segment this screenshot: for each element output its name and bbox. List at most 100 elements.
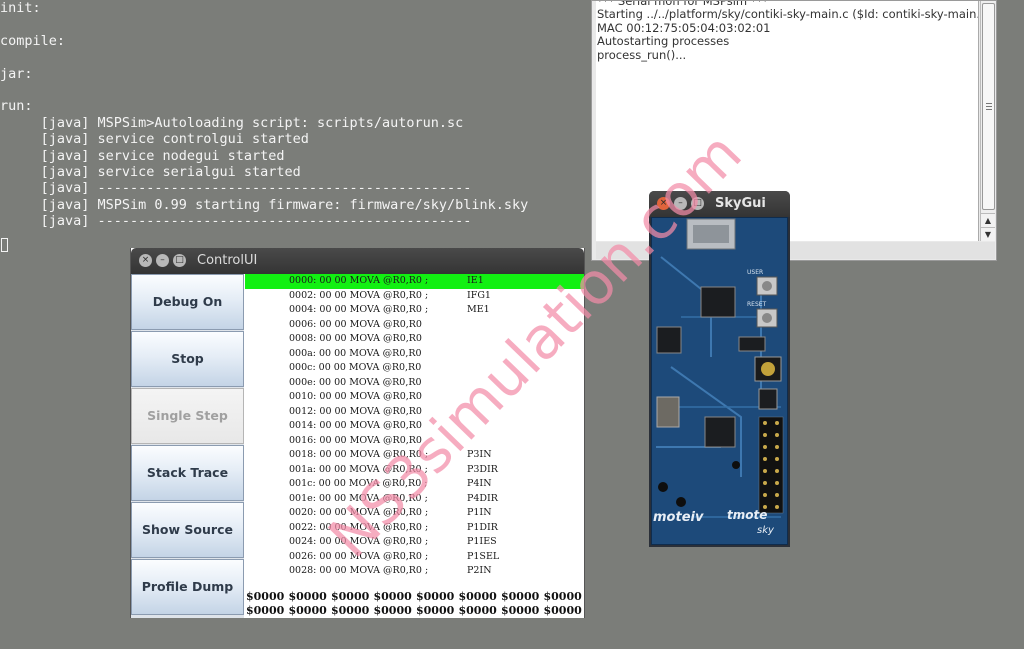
close-icon: ×: [659, 198, 668, 208]
serial-scrollbar[interactable]: ▲ ▼: [980, 1, 995, 241]
terminal-cursor: [1, 238, 8, 252]
instruction-row[interactable]: 0028: 00 00 MOVA @R0,R0 ; P2IN: [245, 564, 584, 579]
maximize-icon: □: [693, 198, 702, 208]
instruction-row[interactable]: 001e: 00 00 MOVA @R0,R0 ; P4DIR: [245, 492, 584, 507]
scroll-up-button[interactable]: ▲: [981, 213, 995, 227]
instruction-row[interactable]: 0012: 00 00 MOVA @R0,R0: [245, 405, 584, 420]
instruction-row[interactable]: 0006: 00 00 MOVA @R0,R0: [245, 318, 584, 333]
register-row: $0000 $0000 $0000 $0000 $0000 $0000 $0000 $0000: [246, 604, 586, 617]
instruction-text: 001e: 00 00 MOVA @R0,R0 ;: [289, 492, 428, 504]
current-instruction-row[interactable]: 0000: 00 00 MOVA @R0,R0 ; IE1: [245, 274, 584, 289]
serial-line: process_run()...: [597, 47, 687, 62]
stack-trace-button[interactable]: Stack Trace: [131, 445, 244, 501]
instruction-row[interactable]: 0024: 00 00 MOVA @R0,R0 ; P1IES: [245, 535, 584, 550]
window-title: ControlUI: [197, 253, 258, 268]
board-brand-left: moteiv: [653, 510, 704, 525]
window-title: SkyGui: [715, 196, 766, 211]
skygui-window: × – □ SkyGui USER RESET moteiv tmote sky: [649, 191, 790, 547]
instruction-row[interactable]: 000a: 00 00 MOVA @R0,R0: [245, 347, 584, 362]
instruction-row[interactable]: 0018: 00 00 MOVA @R0,R0 ; P3IN: [245, 448, 584, 463]
disassembly-list[interactable]: 0000: 00 00 MOVA @R0,R0 ; IE1 0002: 00 00 …: [245, 274, 584, 594]
instruction-text: 0008: 00 00 MOVA @R0,R0: [289, 333, 422, 344]
instruction-text: 0010: 00 00 MOVA @R0,R0: [289, 391, 422, 402]
instruction-label: P4IN: [467, 478, 492, 489]
profile-dump-button[interactable]: Profile Dump: [131, 559, 244, 615]
register-value: $0000: [246, 603, 285, 617]
instruction-row[interactable]: 0016: 00 00 MOVA @R0,R0: [245, 434, 584, 449]
register-value: $0000: [543, 603, 582, 617]
register-value: $0000: [373, 603, 412, 617]
serial-line: Starting ../../platform/sky/contiki-sky-…: [597, 7, 979, 22]
terminal-line: [java] service serialgui started: [0, 163, 301, 180]
instruction-row[interactable]: 0008: 00 00 MOVA @R0,R0: [245, 332, 584, 347]
terminal-line: [java] service nodegui started: [0, 147, 285, 164]
minimize-window-button[interactable]: –: [156, 254, 169, 267]
instruction-text: 001c: 00 00 MOVA @R0,R0 ;: [289, 478, 428, 489]
instruction-row[interactable]: 000c: 00 00 MOVA @R0,R0: [245, 361, 584, 376]
instruction-text: 0020: 00 00 MOVA @R0,R0 ;: [289, 507, 429, 518]
instruction-label: P4DIR: [467, 492, 498, 504]
close-window-button[interactable]: ×: [657, 197, 670, 210]
board-brand-right: tmote: [727, 508, 767, 522]
instruction-text: 001a: 00 00 MOVA @R0,R0 ;: [289, 463, 428, 475]
terminal-line: [java] ---------------------------------…: [0, 180, 472, 197]
terminal-line: [java] service controlgui started: [0, 131, 309, 148]
instruction-text: 000e: 00 00 MOVA @R0,R0: [289, 376, 422, 388]
close-window-button[interactable]: ×: [139, 254, 152, 267]
debug-on-button[interactable]: Debug On: [131, 274, 244, 330]
tmote-sky-board-image[interactable]: USER RESET moteiv tmote sky: [651, 217, 788, 545]
register-value: $0000: [501, 590, 540, 603]
controlui-titlebar[interactable]: × – □ ControlUI: [131, 248, 584, 274]
instruction-row[interactable]: 001c: 00 00 MOVA @R0,R0 ; P4IN: [245, 477, 584, 492]
register-value: $0000: [373, 590, 412, 603]
serial-line: MAC 00:12:75:05:04:03:02:01: [597, 20, 771, 35]
board-brand-sub: sky: [757, 525, 775, 536]
instruction-row[interactable]: 0004: 00 00 MOVA @R0,R0 ; ME1: [245, 303, 584, 318]
instruction-text: 0000: 00 00 MOVA @R0,R0 ;: [289, 275, 429, 286]
stop-button[interactable]: Stop: [131, 331, 244, 387]
register-value: $0000: [458, 590, 497, 603]
register-value: $0000: [331, 590, 370, 603]
register-value: $0000: [458, 603, 497, 617]
maximize-window-button[interactable]: □: [691, 197, 704, 210]
register-value: $0000: [416, 590, 455, 603]
instruction-text: 0004: 00 00 MOVA @R0,R0 ;: [289, 304, 429, 315]
terminal-line: compile:: [0, 32, 66, 49]
instruction-row[interactable]: 0010: 00 00 MOVA @R0,R0: [245, 390, 584, 405]
instruction-row[interactable]: 000e: 00 00 MOVA @R0,R0: [245, 376, 584, 391]
skygui-titlebar[interactable]: × – □ SkyGui: [649, 191, 790, 217]
register-value: $0000: [288, 590, 327, 603]
instruction-row[interactable]: 0022: 00 00 MOVA @R0,R0 ; P1DIR: [245, 521, 584, 536]
controlui-window: × – □ ControlUI Debug On Stop Single Ste…: [130, 248, 585, 618]
instruction-row[interactable]: 0020: 00 00 MOVA @R0,R0 ; P1IN: [245, 506, 584, 521]
instruction-text: 0026: 00 00 MOVA @R0,R0 ;: [289, 550, 429, 562]
instruction-row[interactable]: 0026: 00 00 MOVA @R0,R0 ; P1SEL: [245, 550, 584, 565]
instruction-text: 0018: 00 00 MOVA @R0,R0 ;: [289, 449, 429, 460]
instruction-label: ME1: [467, 304, 490, 315]
instruction-text: 0028: 00 00 MOVA @R0,R0 ;: [289, 565, 429, 576]
register-value: $0000: [288, 603, 327, 617]
instruction-row[interactable]: 0002: 00 00 MOVA @R0,R0 ; IFG1: [245, 289, 584, 304]
instruction-label: IFG1: [467, 289, 491, 301]
scroll-down-button[interactable]: ▼: [981, 227, 995, 241]
instruction-text: 0022: 00 00 MOVA @R0,R0 ;: [289, 521, 429, 533]
scrollbar-thumb[interactable]: [982, 3, 995, 210]
minimize-window-button[interactable]: –: [674, 197, 687, 210]
instruction-text: 0016: 00 00 MOVA @R0,R0: [289, 434, 422, 446]
instruction-label: P3IN: [467, 449, 492, 460]
instruction-row[interactable]: 001a: 00 00 MOVA @R0,R0 ; P3DIR: [245, 463, 584, 478]
minimize-icon: –: [160, 255, 165, 265]
instruction-text: 000a: 00 00 MOVA @R0,R0: [289, 347, 422, 359]
instruction-row[interactable]: 0014: 00 00 MOVA @R0,R0: [245, 419, 584, 434]
maximize-icon: □: [175, 255, 184, 265]
terminal-line: init:: [0, 0, 41, 16]
show-source-button[interactable]: Show Source: [131, 502, 244, 558]
control-button-panel: Debug On Stop Single Step Stack Trace Sh…: [131, 274, 244, 618]
register-value: $0000: [331, 603, 370, 617]
instruction-label: P1IN: [467, 507, 492, 518]
maximize-window-button[interactable]: □: [173, 254, 186, 267]
single-step-button[interactable]: Single Step: [131, 388, 244, 444]
instruction-text: 0006: 00 00 MOVA @R0,R0: [289, 318, 422, 330]
register-value: $0000: [501, 603, 540, 617]
